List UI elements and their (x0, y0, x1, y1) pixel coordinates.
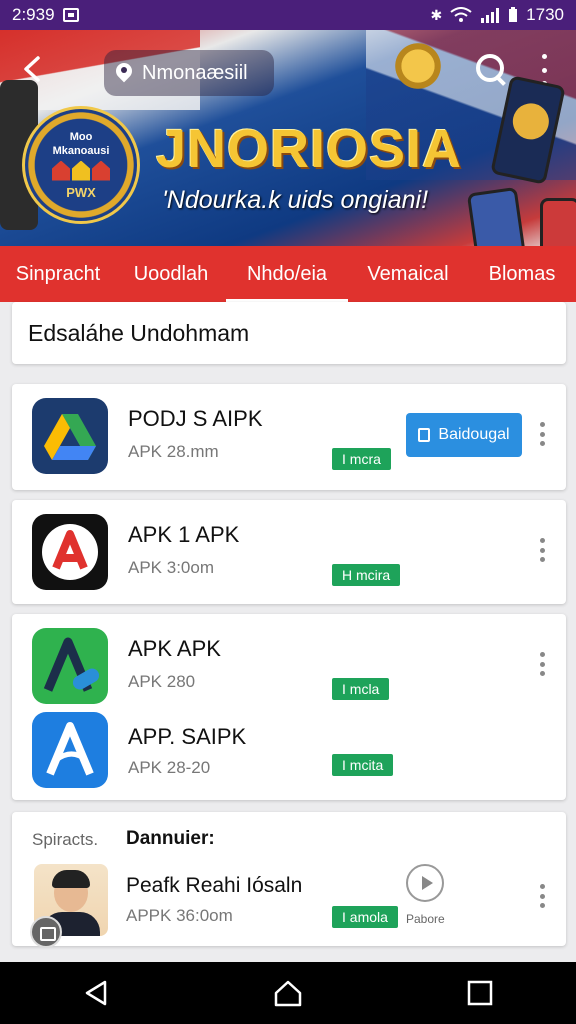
blue-a-icon (32, 712, 108, 788)
app-size: APK 28-20 (128, 758, 211, 777)
featured-name: Peafk Reahi Iósaln (126, 874, 303, 897)
section-header: Edsaláhe Undohmam (28, 319, 250, 346)
list-item[interactable]: PODJ S AIPK APK 28.mm I mcra Baidougal (12, 384, 566, 474)
tab-label: Vemaical (367, 262, 449, 285)
tab-blomas[interactable]: Blomas (468, 246, 576, 302)
play-label: Pabore (406, 912, 445, 926)
app-name: APK 1 APK (128, 522, 240, 547)
play-icon[interactable] (406, 864, 444, 902)
tab-sinpracht[interactable]: Sinpracht (0, 246, 116, 302)
app-logo: Moo Mkanoausi PWX (22, 106, 140, 224)
banner-title: JNORIOSIA (156, 119, 463, 179)
logo-line-3: PWX (66, 184, 96, 200)
system-nav-bar (0, 962, 576, 1024)
app-card: PODJ S AIPK APK 28.mm I mcra Baidougal (12, 384, 566, 490)
nav-back-icon[interactable] (81, 978, 111, 1008)
tab-label: Blomas (488, 262, 556, 285)
app-size: APK 3:0om (128, 558, 214, 577)
app-name: PODJ S AIPK (128, 406, 263, 431)
category-tabs: Sinpracht Uoodlah Nhdo/eia Vemaical Blom… (0, 246, 576, 302)
list-item[interactable]: APP. SAIPK APK 28-20 I mcita (12, 702, 566, 792)
nav-home-icon[interactable] (273, 978, 303, 1008)
more-icon[interactable] (536, 538, 548, 562)
status-badge: I mcla (332, 678, 390, 700)
featured-label: Spiracts. (32, 830, 99, 849)
location-pin-icon (116, 63, 132, 83)
more-icon[interactable] (536, 884, 548, 908)
emblem-icon (388, 38, 448, 94)
featured-card: Spiracts. Dannuier: Peafk Reahi Iósaln A… (12, 812, 566, 946)
green-a-icon (32, 628, 108, 704)
back-button[interactable] (18, 52, 54, 88)
app-card: APK APK APK 280 I mcla APP. SAIPK APK 28… (12, 614, 566, 800)
tab-nhdoeia[interactable]: Nhdo/eia (226, 246, 348, 302)
phone-illustration-right-2 (466, 186, 528, 246)
notification-icon (62, 8, 79, 22)
status-bar: 2:939 ✱ 1730 (0, 0, 576, 30)
download-button-label: Baidougal (438, 426, 510, 443)
floating-chat-button[interactable] (30, 916, 62, 948)
logo-line-2: Mkanoausi (52, 144, 110, 157)
acrobat-icon (32, 514, 108, 590)
app-name: APP. SAIPK (128, 724, 247, 749)
logo-line-1: Moo (69, 130, 93, 143)
app-card: APK 1 APK APK 3:0om H mcira (12, 500, 566, 604)
wifi-icon (450, 7, 472, 22)
nav-recent-icon[interactable] (465, 978, 495, 1008)
download-icon (418, 428, 431, 442)
phone-illustration-right-3 (540, 198, 576, 246)
status-badge: H mcira (332, 564, 401, 586)
location-search[interactable]: Nmonaæsiil (104, 50, 274, 96)
houses-icon (52, 160, 110, 181)
list-item[interactable]: APK APK APK 280 I mcla (12, 614, 566, 704)
search-icon[interactable] (472, 50, 508, 86)
tab-uoodlah[interactable]: Uoodlah (116, 246, 226, 302)
status-badge: I mcra (332, 448, 391, 470)
more-icon[interactable] (536, 422, 548, 446)
drive-icon (32, 398, 108, 474)
battery-icon (509, 7, 518, 22)
status-badge: I mcita (332, 754, 394, 776)
download-button[interactable]: Baidougal (406, 413, 522, 457)
tab-label: Nhdo/eia (246, 262, 328, 285)
tab-label: Sinpracht (15, 262, 101, 285)
location-search-text: Nmonaæsiil (142, 61, 248, 84)
bluetooth-icon: ✱ (430, 6, 443, 23)
tab-label: Uoodlah (133, 262, 209, 285)
more-icon[interactable] (536, 652, 548, 676)
clock-left: 2:939 (12, 5, 55, 24)
app-name: APK APK (128, 636, 221, 661)
signal-icon (481, 8, 500, 23)
featured-size: APPK 36:0om (126, 906, 233, 925)
app-size: APK 280 (128, 672, 196, 691)
section-header-card: Edsaláhe Undohmam (12, 302, 566, 364)
list-item[interactable]: APK 1 APK APK 3:0om H mcira (12, 500, 566, 590)
back-arrow-icon (24, 56, 40, 82)
app-size: APK 28.mm (128, 442, 219, 461)
header-banner: Nmonaæsiil Moo Mkanoausi PWX JNORIOSIA '… (0, 30, 576, 246)
banner-subtitle: 'Ndourka.k uids ongiani! (162, 186, 429, 214)
tab-vemaical[interactable]: Vemaical (348, 246, 468, 302)
status-badge: I amola (332, 906, 398, 928)
featured-title: Dannuier: (126, 828, 215, 849)
clock-right: 1730 (526, 5, 564, 24)
